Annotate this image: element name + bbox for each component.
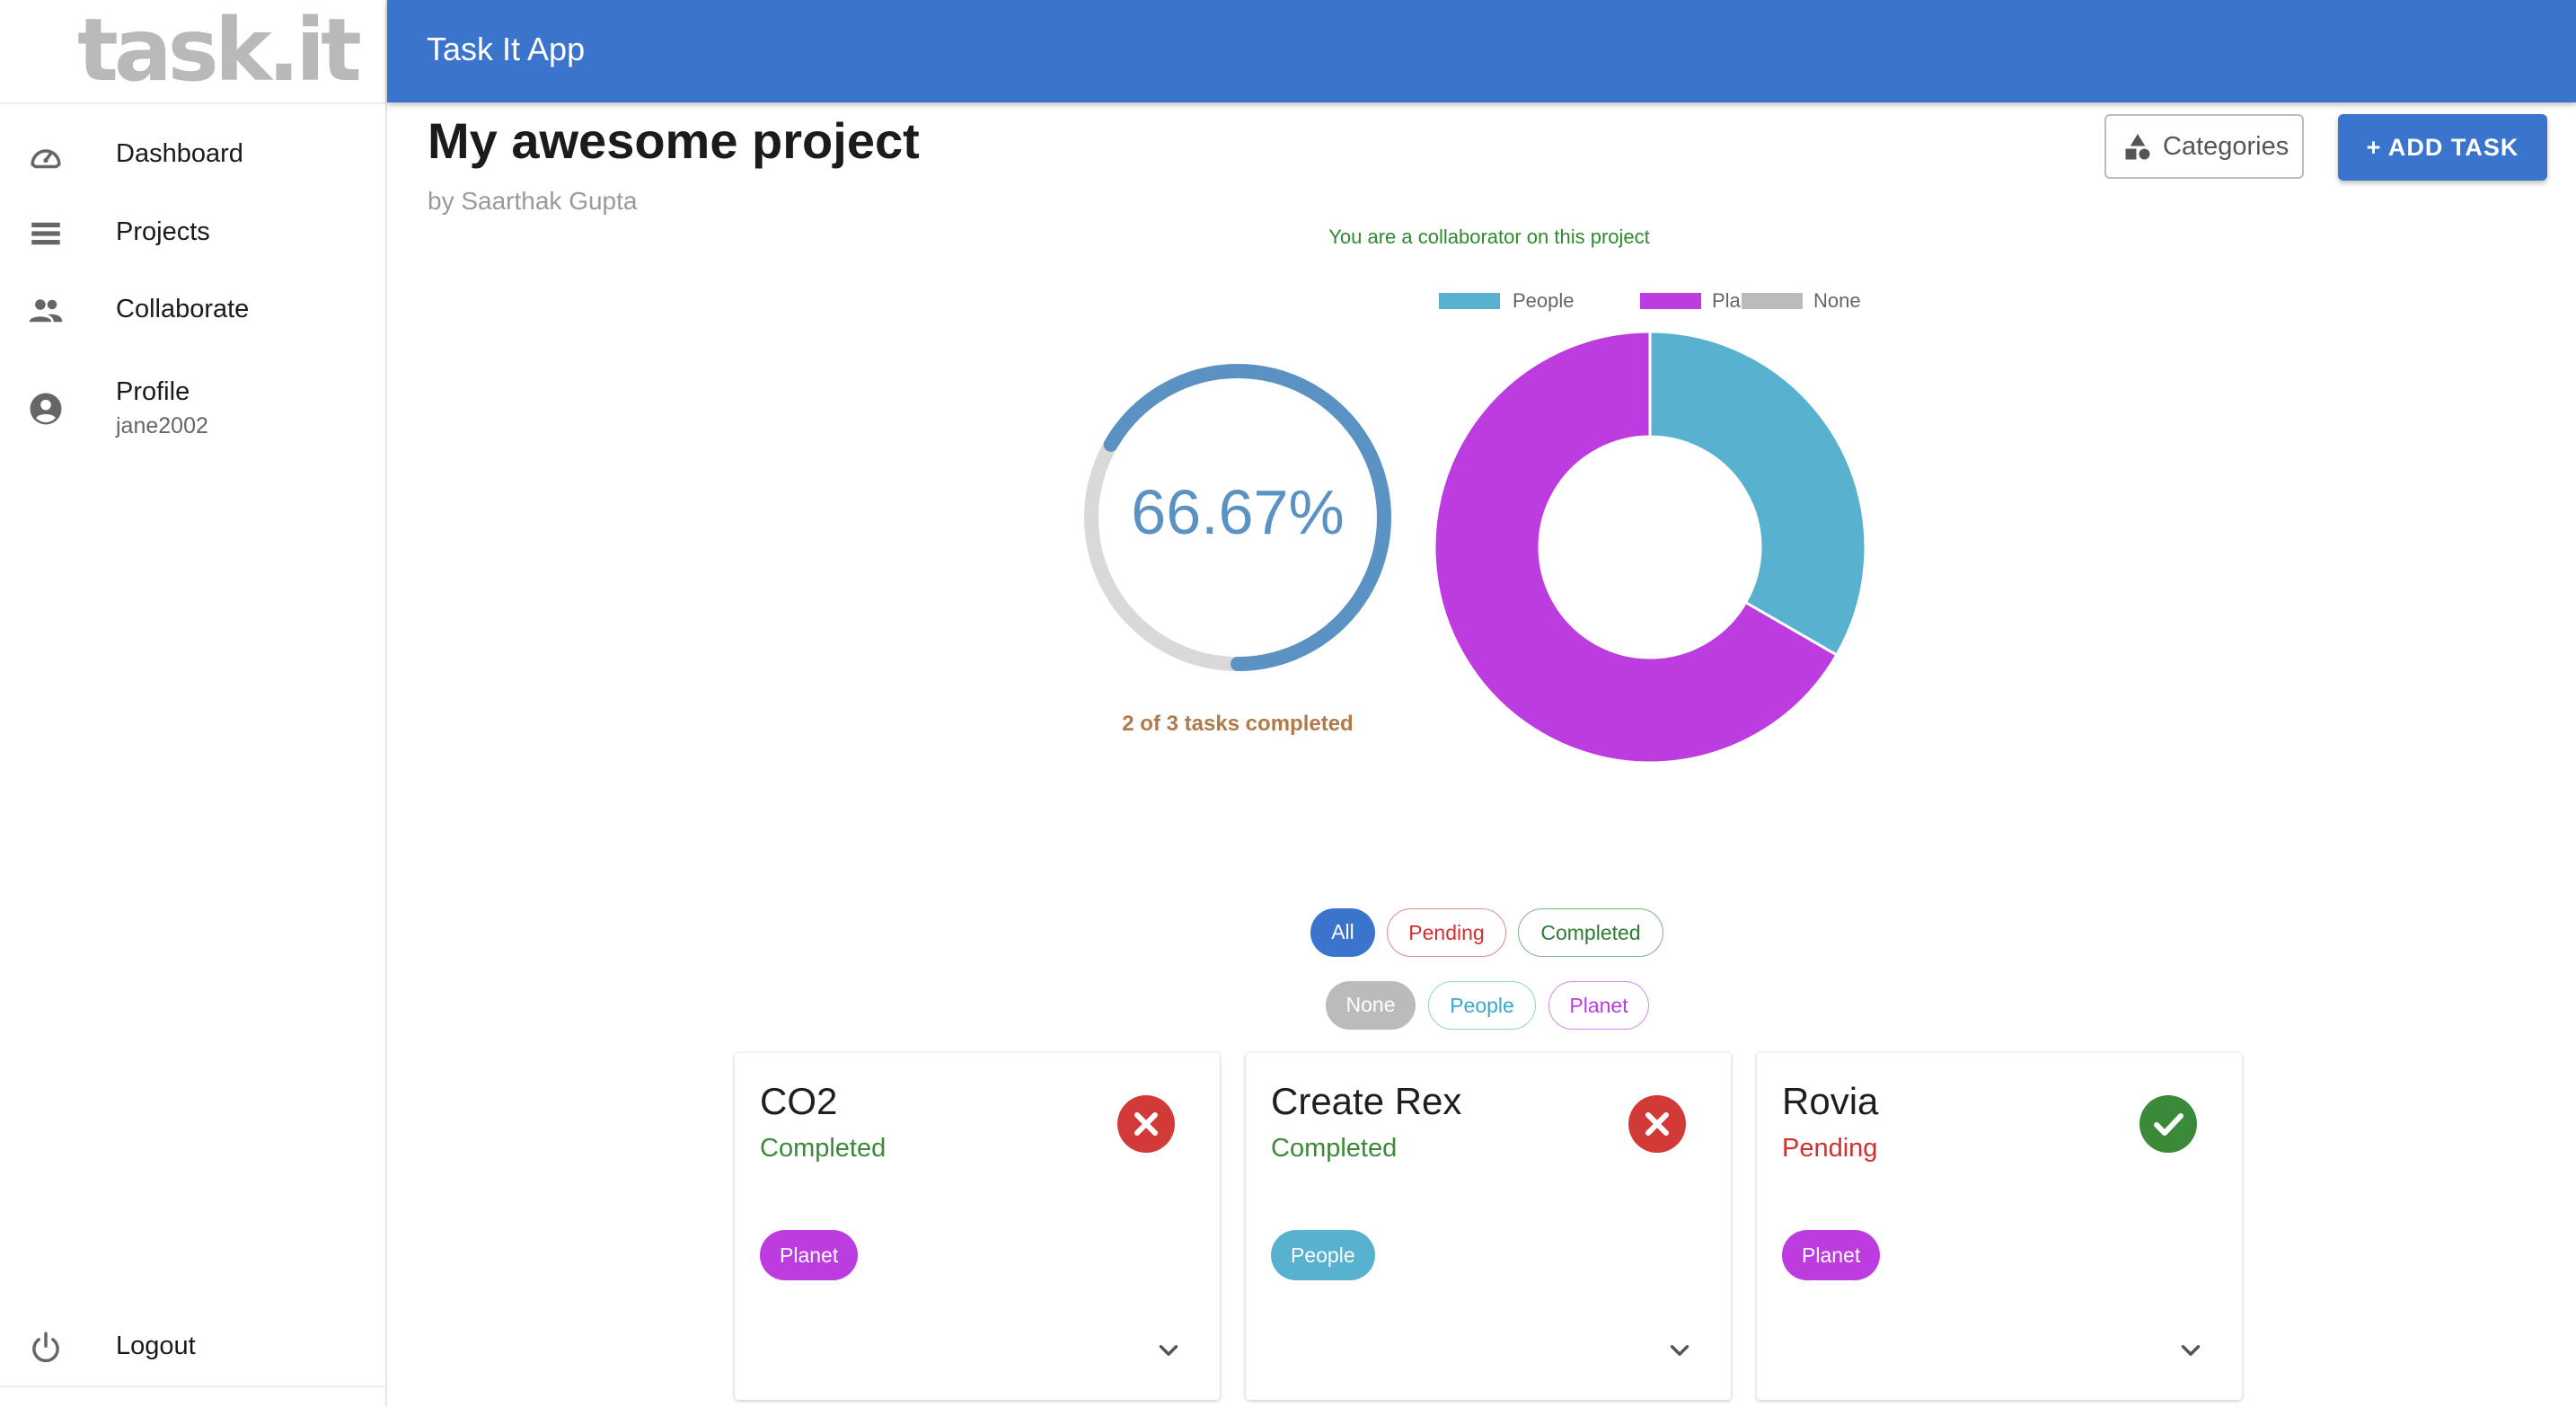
filter-chip-people[interactable]: People xyxy=(1428,981,1536,1030)
donut-slice-people[interactable] xyxy=(1648,330,1867,658)
check-circle-icon xyxy=(2154,1113,2183,1136)
task-status: Pending xyxy=(1782,1134,1878,1163)
mark-incomplete-button[interactable] xyxy=(1628,1095,1686,1153)
sidebar-item-dashboard[interactable]: Dashboard xyxy=(0,119,385,191)
divider xyxy=(0,102,385,104)
shapes-icon xyxy=(2125,134,2150,160)
collaborator-note: You are a collaborator on this project xyxy=(1328,226,1650,248)
profile-username: jane2002 xyxy=(116,413,208,438)
dashboard-gauge-icon xyxy=(31,149,61,169)
sidebar-item-projects[interactable]: Projects xyxy=(0,198,385,270)
sidebar-item-label: Profile xyxy=(116,377,190,406)
task-tag: Planet xyxy=(760,1230,859,1280)
add-task-button[interactable]: + ADD TASK xyxy=(2338,114,2547,181)
sidebar-item-label: Projects xyxy=(116,217,210,246)
legend-label: None xyxy=(1813,289,1861,312)
divider xyxy=(0,1385,385,1387)
chevron-down-icon[interactable] xyxy=(1664,1335,1695,1366)
legend-swatch xyxy=(1742,293,1803,309)
list-icon xyxy=(31,222,60,245)
task-card-rovia[interactable]: Rovia Pending Planet xyxy=(1757,1053,2242,1400)
task-status: Completed xyxy=(1271,1134,1398,1163)
filter-chip-planet[interactable]: Planet xyxy=(1548,981,1649,1030)
app-title: Task It App xyxy=(427,31,586,67)
legend-label: People xyxy=(1513,289,1575,312)
sidebar-item-profile[interactable]: Profile jane2002 xyxy=(0,367,385,456)
legend-swatch xyxy=(1640,293,1701,309)
task-status: Completed xyxy=(760,1134,887,1163)
categories-label: Categories xyxy=(2163,132,2289,161)
mark-incomplete-button[interactable] xyxy=(1117,1095,1175,1153)
progress-percent: 66.67% xyxy=(1131,477,1345,547)
filter-chip-completed[interactable]: Completed xyxy=(1518,908,1663,957)
sidebar-item-label: Collaborate xyxy=(116,295,250,323)
mark-complete-button[interactable] xyxy=(2139,1095,2197,1153)
filter-chip-none[interactable]: None xyxy=(1326,981,1416,1030)
close-circle-icon xyxy=(1134,1112,1158,1136)
account-circle-icon xyxy=(30,393,62,425)
filter-chip-pending[interactable]: Pending xyxy=(1387,908,1506,957)
sidebar-item-logout[interactable]: Logout xyxy=(0,1312,385,1384)
task-title: Rovia xyxy=(1782,1080,1879,1122)
people-icon xyxy=(29,299,63,323)
task-card-create-rex[interactable]: Create Rex Completed People xyxy=(1246,1053,1731,1400)
task-tag: People xyxy=(1271,1230,1375,1280)
sidebar-item-label: Dashboard xyxy=(116,139,243,168)
project-author: by Saarthak Gupta xyxy=(428,187,638,215)
categories-button[interactable]: Categories xyxy=(2104,114,2304,179)
task-tag: Planet xyxy=(1782,1230,1881,1280)
chevron-down-icon[interactable] xyxy=(1153,1335,1184,1366)
page-title: My awesome project xyxy=(428,112,920,169)
task-title: CO2 xyxy=(760,1080,838,1122)
category-donut-chart xyxy=(1433,330,1867,765)
sidebar-item-collaborate[interactable]: Collaborate xyxy=(0,275,385,347)
task-card-co2[interactable]: CO2 Completed Planet xyxy=(735,1053,1220,1400)
app-bar: Task It App xyxy=(387,0,2576,102)
chevron-down-icon[interactable] xyxy=(2175,1335,2206,1366)
power-icon xyxy=(32,1332,59,1363)
task-title: Create Rex xyxy=(1271,1080,1462,1122)
sidebar-item-label: Logout xyxy=(116,1332,196,1360)
filter-chip-all[interactable]: All xyxy=(1310,908,1375,957)
progress-caption: 2 of 3 tasks completed xyxy=(1122,712,1354,736)
close-circle-icon xyxy=(1645,1112,1669,1136)
app-logo[interactable]: task.it xyxy=(77,4,362,97)
sidebar: task.it Dashboard Projects Collaborate P… xyxy=(0,0,387,1407)
legend-swatch xyxy=(1439,293,1500,309)
add-task-label: + ADD TASK xyxy=(2366,134,2519,161)
